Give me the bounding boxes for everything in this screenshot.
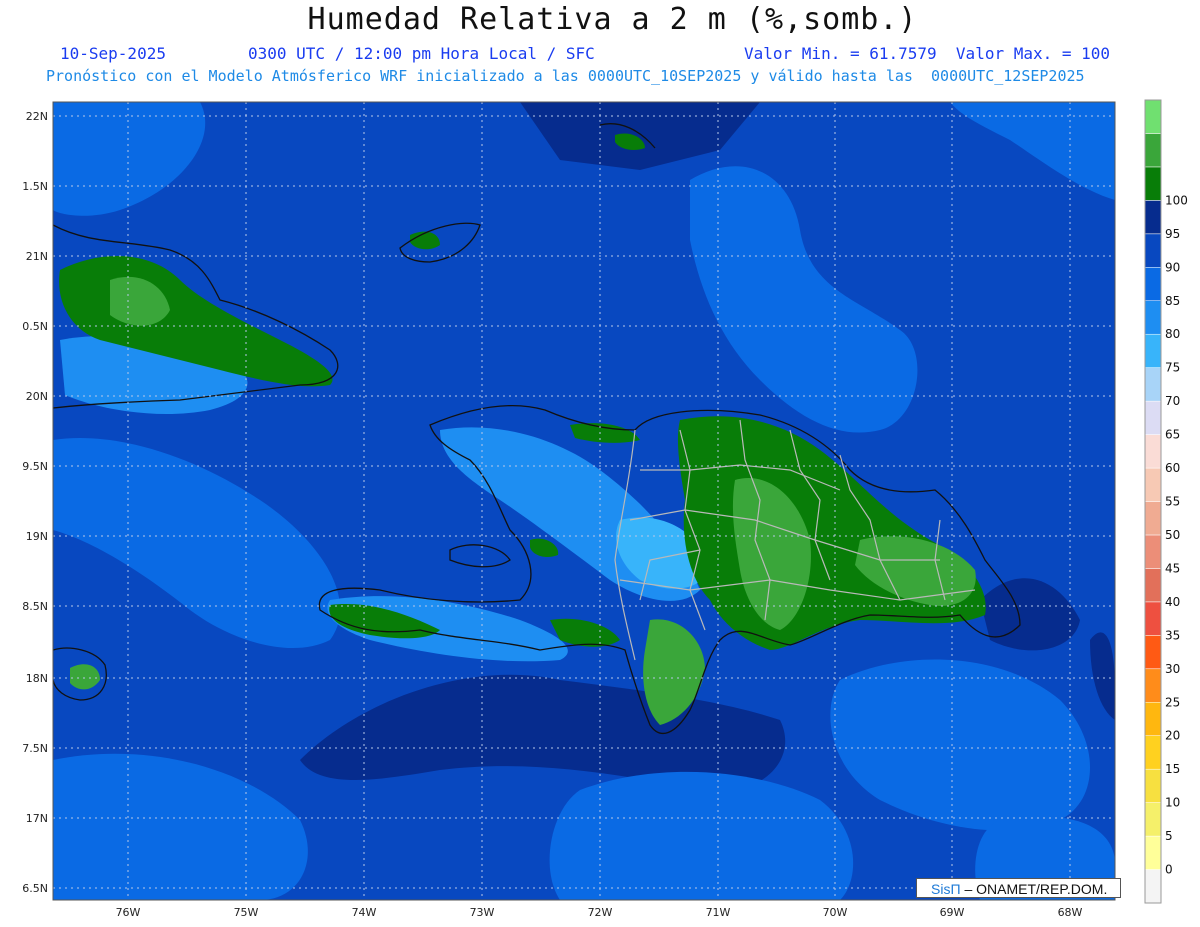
colorbar-label: 20	[1165, 729, 1180, 743]
colorbar-swatch	[1144, 267, 1162, 301]
lat-label: 18N	[26, 672, 48, 685]
colorbar-swatch	[1144, 534, 1162, 569]
colorbar-label: 55	[1165, 495, 1180, 509]
colorbar-label: 0	[1165, 863, 1173, 877]
colorbar-label: 100	[1165, 193, 1188, 207]
colorbar-label: 65	[1165, 428, 1180, 442]
colorbar-swatch	[1144, 501, 1162, 536]
lat-label: 1.5N	[22, 180, 48, 193]
colorbar-swatch	[1144, 99, 1162, 134]
colorbar-label: 70	[1165, 394, 1180, 408]
colorbar-label: 35	[1165, 628, 1180, 642]
colorbar-label: 25	[1165, 695, 1180, 709]
humidity-field	[53, 102, 1115, 900]
colorbar-swatch	[1144, 802, 1162, 837]
lon-label: 74W	[352, 906, 377, 919]
lon-label: 75W	[234, 906, 259, 919]
colorbar-swatch	[1144, 735, 1162, 770]
lon-label: 72W	[588, 906, 613, 919]
colorbar: 0 5 10 15 20 25 30 35 40 45 50 55 60 65 70 75 80 85 90 95 10…	[1144, 99, 1188, 904]
lat-label: 9.5N	[22, 460, 48, 473]
colorbar-swatch	[1144, 434, 1162, 469]
credit-box: SisΠ – ONAMET/REP.DOM.	[916, 878, 1121, 898]
colorbar-swatch	[1144, 133, 1162, 168]
colorbar-label: 80	[1165, 327, 1180, 341]
colorbar-label: 95	[1165, 227, 1180, 241]
lat-label: 19N	[26, 530, 48, 543]
lon-label: 76W	[116, 906, 141, 919]
colorbar-swatch	[1144, 166, 1162, 201]
lon-label: 73W	[470, 906, 495, 919]
lon-label: 68W	[1058, 906, 1083, 919]
colorbar-swatch	[1144, 635, 1162, 670]
lat-label: 21N	[26, 250, 48, 263]
colorbar-label: 10	[1165, 796, 1180, 810]
lat-label: 22N	[26, 110, 48, 123]
lon-label: 71W	[706, 906, 731, 919]
colorbar-label: 45	[1165, 561, 1180, 575]
lon-label: 69W	[940, 906, 965, 919]
colorbar-swatch	[1144, 233, 1162, 268]
colorbar-label: 40	[1165, 595, 1180, 609]
colorbar-swatch	[1144, 835, 1162, 870]
credit-text: – ONAMET/REP.DOM.	[960, 881, 1108, 897]
colorbar-swatch	[1144, 300, 1162, 335]
colorbar-swatch	[1144, 568, 1162, 603]
lat-label: 0.5N	[22, 320, 48, 333]
latitude-labels: 22N 1.5N 21N 0.5N 20N 9.5N 19N 8.5N 18N …	[22, 110, 48, 895]
lat-label: 6.5N	[22, 882, 48, 895]
colorbar-swatch	[1144, 702, 1162, 736]
colorbar-label: 85	[1165, 294, 1180, 308]
colorbar-swatch	[1144, 200, 1162, 235]
colorbar-swatch	[1144, 869, 1162, 904]
colorbar-swatch	[1144, 333, 1162, 368]
colorbar-label: 30	[1165, 662, 1180, 676]
lat-label: 17N	[26, 812, 48, 825]
lon-label: 70W	[823, 906, 848, 919]
colorbar-label: 5	[1165, 829, 1173, 843]
colorbar-swatch	[1144, 400, 1162, 435]
colorbar-label: 60	[1165, 461, 1180, 475]
forecast-map: 22N 1.5N 21N 0.5N 20N 9.5N 19N 8.5N 18N …	[22, 99, 1188, 919]
colorbar-swatch	[1144, 467, 1162, 502]
colorbar-label: 75	[1165, 361, 1180, 375]
lat-label: 20N	[26, 390, 48, 403]
longitude-labels: 76W 75W 74W 73W 72W 71W 70W 69W 68W	[116, 906, 1083, 919]
colorbar-swatch	[1144, 668, 1162, 703]
colorbar-swatch	[1144, 601, 1162, 636]
colorbar-swatch	[1144, 768, 1162, 803]
colorbar-label: 15	[1165, 762, 1180, 776]
lat-label: 8.5N	[22, 600, 48, 613]
colorbar-label: 90	[1165, 260, 1180, 274]
lat-label: 7.5N	[22, 742, 48, 755]
colorbar-swatch	[1144, 367, 1162, 402]
sispi-logo: SisΠ	[931, 881, 961, 897]
colorbar-label: 50	[1165, 528, 1180, 542]
